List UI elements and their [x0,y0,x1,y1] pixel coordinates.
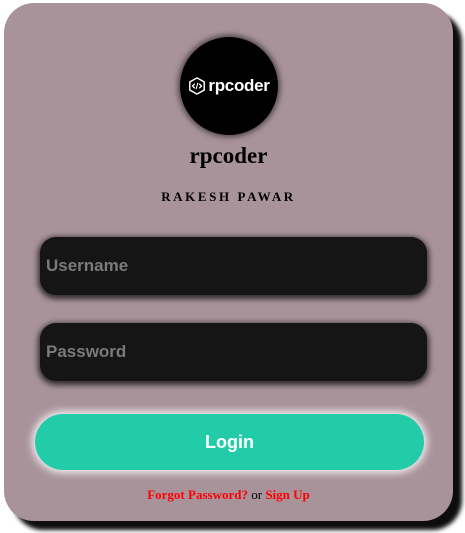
login-card: rpcoder rpcoder RAKESH PAWAR Login Forgo… [4,3,453,521]
username-input[interactable] [40,237,427,295]
brand-title: rpcoder [189,143,268,168]
auth-links: Forgot Password? or Sign Up [4,487,453,503]
code-brackets-icon [189,77,206,95]
password-input[interactable] [40,323,427,381]
links-separator: or [251,487,263,502]
forgot-password-link[interactable]: Forgot Password? [147,487,248,502]
login-button[interactable]: Login [35,414,424,470]
logo: rpcoder [180,37,278,135]
author-name: RAKESH PAWAR [161,189,296,204]
logo-text: rpcoder [208,76,270,95]
logo-content: rpcoder [188,76,270,96]
sign-up-link[interactable]: Sign Up [265,487,309,502]
